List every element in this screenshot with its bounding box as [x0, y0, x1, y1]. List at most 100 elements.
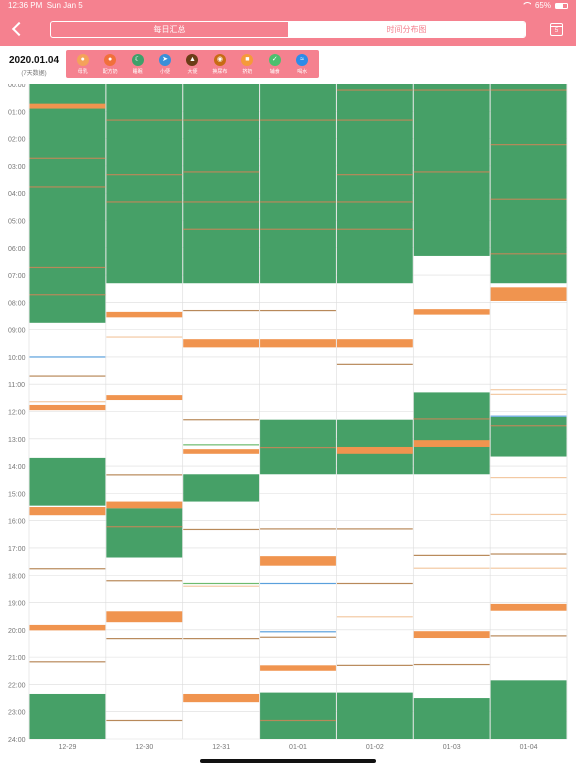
event-blue [490, 415, 567, 417]
y-tick-label: 24:00 [8, 737, 26, 744]
legend-label: 母乳 [77, 68, 88, 75]
water-icon: ≈ [296, 53, 309, 66]
event-line [490, 198, 567, 200]
event-line [183, 309, 260, 312]
nav-bar: 每日汇总 时间分布图 5 [0, 12, 576, 46]
event-feed [29, 507, 106, 516]
y-tick-label: 22:00 [8, 682, 26, 689]
event-blue [260, 582, 336, 585]
y-tick-label: 06:00 [8, 246, 26, 253]
event-sleep [29, 457, 106, 506]
pump-icon: ■ [241, 53, 254, 66]
event-pale [490, 389, 567, 391]
event-line [106, 526, 183, 528]
event-sleep [183, 84, 260, 284]
battery-percent: 65% [534, 1, 551, 10]
event-sleep [336, 692, 413, 739]
event-feed [183, 693, 260, 703]
tab-time-distribution[interactable]: 时间分布图 [288, 22, 525, 37]
event-line [29, 661, 106, 663]
event-line [413, 663, 490, 666]
status-indicators: 65% [522, 1, 568, 10]
event-line [336, 119, 413, 121]
x-tick-label: 12-30 [135, 744, 153, 751]
legend-item-poop[interactable]: ▲ 大便 [179, 53, 205, 75]
event-line [106, 174, 183, 176]
event-green [183, 582, 260, 585]
y-tick-label: 08:00 [8, 300, 26, 307]
event-line [336, 664, 413, 666]
food-icon: ✓ [268, 53, 281, 66]
poop-icon: ▲ [186, 53, 199, 66]
event-line [336, 528, 413, 530]
y-tick-label: 13:00 [8, 437, 26, 444]
event-line [490, 553, 567, 555]
event-line [106, 638, 183, 640]
event-line [413, 554, 490, 556]
legend-label: 辅食 [269, 68, 280, 75]
y-tick-label: 09:00 [8, 328, 26, 335]
event-feed [106, 311, 183, 318]
event-line [413, 171, 490, 173]
y-tick-label: 01:00 [8, 109, 26, 116]
event-line [336, 363, 413, 365]
calendar-button[interactable]: 5 [550, 23, 563, 36]
event-feed [260, 665, 336, 671]
event-line [183, 638, 260, 640]
event-pale [413, 567, 490, 569]
event-line [29, 266, 106, 269]
event-feed [260, 556, 336, 566]
legend: ● 母乳 ● 配方奶 ☾ 睡眠 ➤ 小便 ▲ 大便 ◉ 换尿布 ■ 挤奶 ✓ 辅… [66, 50, 319, 78]
date-range: 2020.01.04 (7天数据) [4, 55, 64, 77]
event-line [490, 144, 567, 146]
event-line [106, 719, 183, 722]
legend-item-food[interactable]: ✓ 辅食 [262, 53, 288, 75]
x-tick-label: 01-04 [520, 744, 538, 751]
y-tick-label: 17:00 [8, 546, 26, 553]
y-tick-label: 05:00 [8, 218, 26, 225]
event-line [29, 375, 106, 377]
legend-item-pee[interactable]: ➤ 小便 [152, 53, 178, 75]
back-button[interactable] [6, 18, 28, 40]
event-feed [413, 309, 490, 315]
event-line [413, 89, 490, 91]
legend-label: 挤奶 [242, 68, 253, 75]
event-line [183, 119, 260, 121]
legend-item-pump[interactable]: ■ 挤奶 [234, 53, 260, 75]
event-line [336, 89, 413, 91]
event-line [336, 582, 413, 585]
bottle-icon: ● [104, 53, 117, 66]
event-line [336, 228, 413, 230]
legend-item-diaper[interactable]: ◉ 换尿布 [207, 53, 233, 75]
event-line [490, 253, 567, 255]
legend-item-water[interactable]: ≈ 喝水 [289, 53, 315, 75]
home-indicator [200, 759, 376, 763]
event-feed [106, 501, 183, 509]
event-blue [29, 356, 106, 358]
y-tick-label: 10:00 [8, 355, 26, 362]
y-tick-label: 23:00 [8, 710, 26, 717]
event-feed [29, 103, 106, 109]
legend-label: 小便 [160, 68, 171, 75]
event-line [29, 157, 106, 159]
status-time: 12:36 PM Sun Jan 5 [8, 1, 83, 10]
event-line [106, 474, 183, 476]
y-tick-label: 11:00 [8, 382, 25, 389]
end-date: 2020.01.04 [8, 55, 60, 66]
event-line [490, 89, 567, 91]
legend-item-breastfeeding[interactable]: ● 母乳 [70, 53, 96, 75]
legend-item-formula[interactable]: ● 配方奶 [97, 53, 123, 75]
tab-daily-summary[interactable]: 每日汇总 [51, 22, 288, 37]
breastfeeding-icon: ● [76, 53, 89, 66]
event-sleep [260, 84, 336, 284]
event-feed [29, 404, 106, 411]
y-tick-label: 12:00 [8, 410, 26, 417]
x-tick-label: 12-29 [58, 744, 76, 751]
legend-item-sleep[interactable]: ☾ 睡眠 [125, 53, 151, 75]
y-tick-label: 18:00 [8, 573, 26, 580]
event-line [336, 174, 413, 176]
y-tick-label: 16:00 [8, 519, 26, 526]
event-feed [490, 603, 567, 611]
y-tick-label: 21:00 [8, 655, 26, 662]
event-pale [490, 513, 567, 516]
